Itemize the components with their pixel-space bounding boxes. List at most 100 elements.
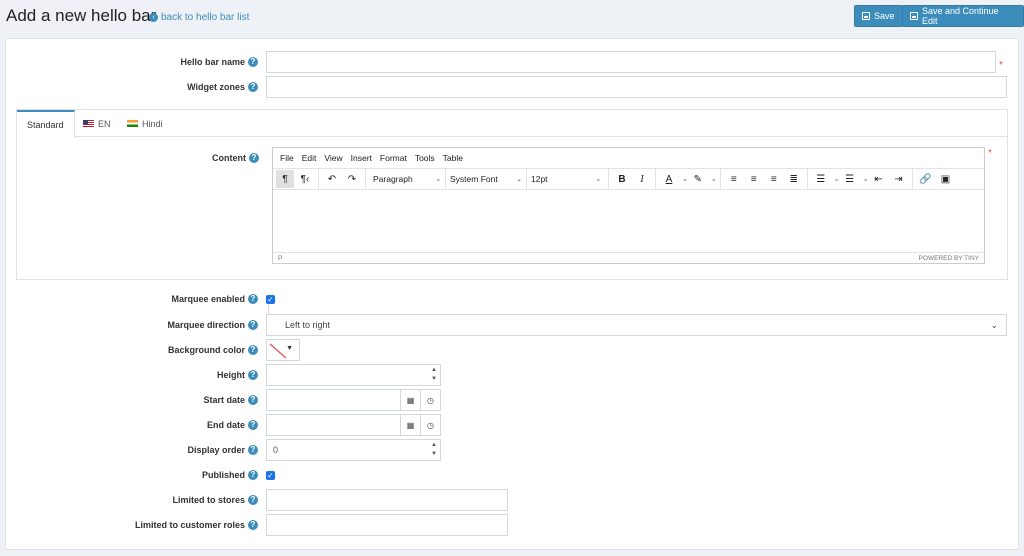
help-icon[interactable]: ?	[248, 495, 258, 505]
marquee-enabled-label: Marquee enabled?	[3, 294, 258, 304]
help-icon[interactable]: ?	[248, 82, 258, 92]
bullet-list-icon[interactable]: ☰	[812, 170, 830, 188]
chevron-down-icon: ⌄	[516, 176, 522, 183]
published-label: Published?	[3, 470, 258, 480]
back-link-label: back to hello bar list	[161, 12, 250, 23]
help-icon[interactable]: ?	[248, 395, 258, 405]
chevron-down-icon: ⌄	[595, 176, 601, 183]
branding[interactable]: POWERED BY TINY	[919, 255, 979, 262]
chevron-down-icon[interactable]: ⌄	[834, 175, 840, 183]
editor-statusbar: P POWERED BY TINY	[273, 252, 984, 263]
height-input[interactable]: ▲ ▼	[266, 364, 441, 386]
help-icon[interactable]: ?	[248, 520, 258, 530]
background-color-picker[interactable]: ▼	[266, 339, 300, 361]
widget-zones-label: Widget zones?	[3, 82, 258, 92]
align-justify-icon[interactable]: ≣	[785, 170, 803, 188]
help-icon[interactable]: ?	[248, 420, 258, 430]
help-icon[interactable]: ?	[249, 153, 259, 163]
required-marker: *	[999, 60, 1003, 71]
save-continue-button[interactable]: Save and Continue Edit	[902, 5, 1024, 27]
calendar-icon[interactable]: ▦	[400, 415, 420, 435]
save-button[interactable]: Save	[854, 5, 903, 27]
menu-table[interactable]: Table	[443, 153, 463, 163]
chevron-down-icon[interactable]: ⌄	[711, 175, 717, 183]
content-label: Content?	[4, 153, 259, 163]
align-center-icon[interactable]: ≡	[745, 170, 763, 188]
back-link[interactable]: ‹ back to hello bar list	[149, 12, 249, 23]
redo-icon[interactable]: ↷	[343, 170, 361, 188]
help-icon[interactable]: ?	[248, 57, 258, 67]
editor-toolbar: ¶ ¶‹ ↶ ↷ Paragraph ⌄ System Font ⌄ 12pt ⌄ B…	[273, 168, 984, 190]
menu-format[interactable]: Format	[380, 153, 407, 163]
element-path[interactable]: P	[278, 255, 282, 262]
align-right-icon[interactable]: ≡	[765, 170, 783, 188]
start-date-input[interactable]: ▦ ◷	[266, 389, 441, 411]
height-spinner[interactable]: ▲ ▼	[428, 365, 440, 385]
undo-icon[interactable]: ↶	[323, 170, 341, 188]
clock-icon[interactable]: ◷	[420, 390, 440, 410]
rtl-icon[interactable]: ¶‹	[296, 170, 314, 188]
italic-icon[interactable]: I	[633, 170, 651, 188]
image-icon[interactable]: ▣	[937, 170, 955, 188]
hello-bar-name-label: Hello bar name?	[3, 57, 258, 67]
start-date-label: Start date?	[3, 395, 258, 405]
floppy-disk-icon	[862, 12, 870, 20]
text-color-icon[interactable]: A	[660, 170, 678, 188]
floppy-disk-icon	[910, 12, 918, 20]
display-order-input[interactable]: 0 ▲ ▼	[266, 439, 441, 461]
published-checkbox[interactable]: ✓	[266, 471, 275, 480]
end-date-input[interactable]: ▦ ◷	[266, 414, 441, 436]
bold-icon[interactable]: B	[613, 170, 631, 188]
ltr-icon[interactable]: ¶	[276, 170, 294, 188]
india-flag-icon	[127, 120, 138, 127]
menu-edit[interactable]: Edit	[302, 153, 317, 163]
menu-insert[interactable]: Insert	[351, 153, 372, 163]
hello-bar-name-input[interactable]	[266, 51, 996, 73]
display-order-label: Display order?	[3, 445, 258, 455]
menu-view[interactable]: View	[324, 153, 342, 163]
limited-stores-input[interactable]	[266, 489, 508, 511]
widget-zones-input[interactable]	[266, 76, 1007, 98]
highlight-icon[interactable]: ✎	[689, 170, 707, 188]
tab-en[interactable]: EN	[73, 110, 121, 137]
help-icon[interactable]: ?	[248, 345, 258, 355]
help-icon[interactable]: ?	[248, 370, 258, 380]
align-left-icon[interactable]: ≡	[725, 170, 743, 188]
height-label: Height?	[3, 370, 258, 380]
tab-standard[interactable]: Standard	[17, 110, 75, 138]
marquee-direction-label: Marquee direction?	[3, 320, 258, 330]
link-icon[interactable]: 🔗	[917, 170, 935, 188]
us-flag-icon	[83, 120, 94, 127]
calendar-icon[interactable]: ▦	[400, 390, 420, 410]
chevron-down-icon: ⌄	[990, 319, 998, 330]
font-size-select[interactable]: 12pt ⌄	[527, 170, 605, 188]
limited-roles-input[interactable]	[266, 514, 508, 536]
clock-icon[interactable]: ◷	[420, 415, 440, 435]
save-continue-button-label: Save and Continue Edit	[921, 6, 999, 26]
rich-text-editor[interactable]: File Edit View Insert Format Tools Table…	[272, 147, 985, 264]
indent-icon[interactable]: ⇥	[890, 170, 908, 188]
font-family-select[interactable]: System Font ⌄	[446, 170, 526, 188]
tab-strip: Standard EN Hindi	[17, 110, 1007, 138]
no-color-icon	[269, 343, 287, 359]
down-arrow-icon: ▼	[431, 376, 437, 382]
up-arrow-icon: ▲	[431, 442, 437, 448]
tab-hindi[interactable]: Hindi	[117, 110, 173, 137]
end-date-label: End date?	[3, 420, 258, 430]
menu-tools[interactable]: Tools	[415, 153, 435, 163]
marquee-enabled-checkbox[interactable]: ✓	[266, 295, 275, 304]
help-icon[interactable]: ?	[248, 294, 258, 304]
save-button-label: Save	[874, 11, 895, 21]
marquee-direction-select[interactable]: Left to right ⌄	[266, 314, 1007, 336]
block-format-select[interactable]: Paragraph ⌄	[369, 170, 445, 188]
chevron-down-icon[interactable]: ⌄	[682, 175, 688, 183]
help-icon[interactable]: ?	[248, 445, 258, 455]
help-icon[interactable]: ?	[248, 320, 258, 330]
help-icon[interactable]: ?	[248, 470, 258, 480]
outdent-icon[interactable]: ⇤	[870, 170, 888, 188]
display-order-spinner[interactable]: ▲ ▼	[428, 440, 440, 460]
editor-menubar: File Edit View Insert Format Tools Table	[273, 148, 984, 168]
chevron-down-icon[interactable]: ⌄	[863, 175, 869, 183]
menu-file[interactable]: File	[280, 153, 294, 163]
numbered-list-icon[interactable]: ☰	[841, 170, 859, 188]
